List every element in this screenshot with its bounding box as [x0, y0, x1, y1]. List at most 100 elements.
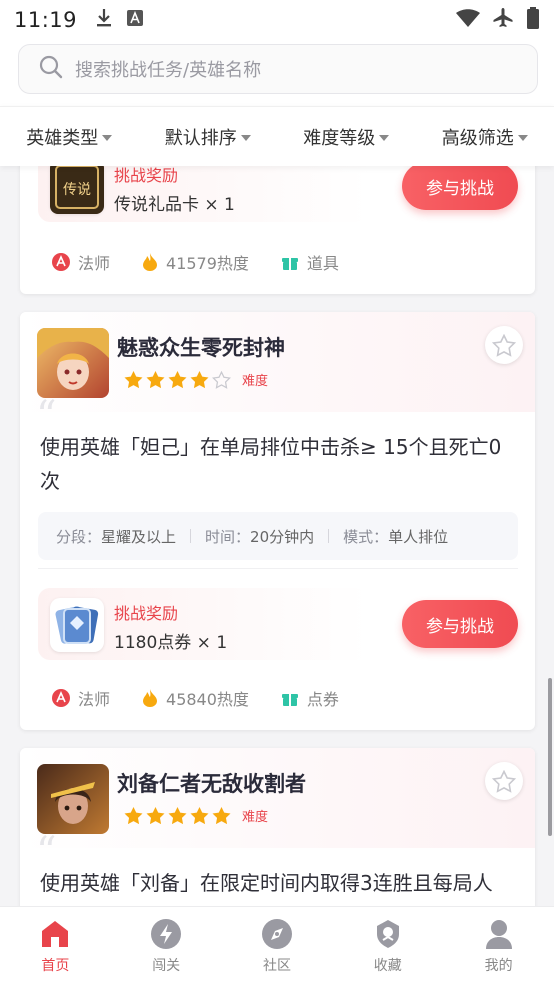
- filter-sort[interactable]: 默认排序: [139, 124, 278, 150]
- join-challenge-button[interactable]: 参与挑战: [402, 600, 518, 648]
- divider: [38, 568, 518, 569]
- caret-down-icon: [102, 134, 113, 141]
- filter-label: 默认排序: [164, 127, 237, 149]
- mage-icon: [52, 253, 70, 271]
- reward-row: 传说 挑战奖励 传说礼品卡 × 1 参与挑战: [38, 166, 518, 222]
- difficulty-stars: 难度: [124, 370, 268, 389]
- meta-rank-key: 分段：: [56, 527, 102, 546]
- star-filled-icon: [146, 370, 165, 388]
- tag-row: 法师 45840热度 点券: [52, 686, 371, 710]
- star-filled-icon: [168, 806, 187, 824]
- caret-down-icon: [240, 134, 251, 141]
- hero-avatar-liubei: [37, 764, 109, 834]
- star-filled-icon: [168, 370, 187, 388]
- favorite-button[interactable]: [485, 326, 523, 364]
- caret-down-icon: [379, 134, 390, 141]
- meta-mode-key: 模式：: [343, 527, 389, 546]
- nav-favorites[interactable]: 收藏: [332, 907, 443, 984]
- search-area: 搜索挑战任务/英雄名称: [0, 40, 554, 106]
- voucher-card-icon: [50, 598, 104, 652]
- card-title: 刘备仁者无敌收割者: [117, 772, 306, 796]
- join-challenge-button[interactable]: 参与挑战: [402, 166, 518, 210]
- wifi-icon: [456, 9, 480, 31]
- gift-icon: [281, 258, 298, 270]
- svg-text:传说: 传说: [63, 182, 91, 198]
- challenge-list[interactable]: 传说 挑战奖励 传说礼品卡 × 1 参与挑战 法师 41579热度 道具 魅惑众…: [0, 166, 554, 906]
- tag-heat: 45840热度: [142, 686, 249, 710]
- tag-heat: 41579热度: [142, 250, 249, 274]
- challenge-description: 使用英雄「刘备」在限定时间内取得3连胜且每局人头数: [40, 866, 510, 906]
- star-filled-icon: [146, 806, 165, 824]
- card-title: 魅惑众生零死封神: [117, 336, 285, 360]
- filter-label: 英雄类型: [26, 127, 99, 149]
- nav-label: 闯关: [152, 958, 181, 974]
- filter-advanced[interactable]: 高级筛选: [416, 124, 554, 150]
- nav-home[interactable]: 首页: [0, 907, 111, 984]
- filter-label: 高级筛选: [441, 127, 514, 149]
- tag-role: 法师: [52, 250, 110, 274]
- bottom-nav: 首页 闯关 社区 收藏 我的: [0, 906, 554, 984]
- star-filled-icon: [124, 806, 143, 824]
- nav-label: 我的: [484, 958, 513, 974]
- difficulty-label: 难度: [242, 374, 269, 389]
- home-icon: [42, 921, 69, 947]
- reward-name: 1180点券 × 1: [114, 633, 228, 653]
- search-input[interactable]: 搜索挑战任务/英雄名称: [18, 44, 538, 94]
- download-icon: [95, 8, 113, 32]
- reward-name: 传说礼品卡 × 1: [114, 195, 235, 215]
- battery-icon: [526, 7, 540, 33]
- nav-profile[interactable]: 我的: [443, 907, 554, 984]
- meta-time-value: 20分钟内: [250, 527, 315, 546]
- scrollbar[interactable]: [548, 678, 552, 836]
- airplane-icon: [492, 7, 514, 33]
- reward-row: 挑战奖励 1180点券 × 1 参与挑战: [38, 588, 518, 660]
- star-outline-icon: [492, 333, 516, 357]
- fire-icon: [143, 253, 158, 271]
- status-time: 11:19: [14, 8, 78, 32]
- star-filled-icon: [190, 370, 209, 388]
- challenge-description: 使用英雄「妲己」在单局排位中击杀≥ 15个且死亡0次: [40, 435, 502, 493]
- user-icon: [485, 920, 512, 949]
- difficulty-stars: 难度: [124, 806, 268, 825]
- nav-label: 社区: [262, 958, 291, 974]
- fire-icon: [143, 689, 158, 707]
- tag-role-label: 法师: [78, 690, 111, 709]
- filter-bar: 英雄类型 默认排序 难度等级 高级筛选: [0, 106, 554, 166]
- tag-heat-label: 41579热度: [166, 254, 249, 273]
- meta-rank-value: 星耀及以上: [101, 527, 177, 546]
- search-icon: [39, 55, 63, 83]
- challenge-card: 魅惑众生零死封神 难度 “ 使用英雄「妲己」在单局排位中击杀≥ 15个且死亡0次…: [20, 312, 535, 730]
- description-text: 使用英雄「刘备」在限定时间内取得3连胜且每局: [40, 871, 473, 895]
- legend-card-icon: 传说: [50, 166, 104, 214]
- filter-difficulty[interactable]: 难度等级: [277, 124, 416, 150]
- nav-challenge[interactable]: 闯关: [111, 907, 222, 984]
- favorite-button[interactable]: [485, 762, 523, 800]
- star-filled-icon: [190, 806, 209, 824]
- hero-avatar-daji: [37, 328, 109, 398]
- badge-icon: [376, 920, 399, 948]
- reward-label: 挑战奖励: [114, 166, 179, 185]
- gift-icon: [281, 694, 298, 706]
- tag-row: 法师 41579热度 道具: [52, 250, 371, 274]
- tag-type: 点券: [281, 686, 339, 710]
- challenge-meta: 分段： 星耀及以上 时间： 20分钟内 模式： 单人排位: [38, 512, 518, 560]
- reward-label: 挑战奖励: [114, 604, 179, 623]
- filter-hero-type[interactable]: 英雄类型: [0, 124, 139, 150]
- star-filled-icon: [124, 370, 143, 388]
- challenge-card: 传说 挑战奖励 传说礼品卡 × 1 参与挑战 法师 41579热度 道具: [20, 166, 535, 294]
- compass-icon: [261, 919, 292, 949]
- tag-role-label: 法师: [78, 254, 111, 273]
- nav-label: 收藏: [373, 958, 402, 974]
- star-empty-icon: [212, 370, 231, 389]
- tag-role: 法师: [52, 686, 110, 710]
- meta-mode-value: 单人排位: [388, 527, 449, 546]
- card-header: 刘备仁者无敌收割者 难度: [20, 748, 535, 848]
- tag-heat-label: 45840热度: [166, 690, 249, 709]
- nav-label: 首页: [41, 958, 70, 974]
- tag-type: 道具: [281, 250, 339, 274]
- search-placeholder: 搜索挑战任务/英雄名称: [75, 60, 262, 81]
- meta-time-key: 时间：: [205, 527, 251, 546]
- mage-icon: [52, 689, 70, 707]
- filter-label: 难度等级: [303, 127, 376, 149]
- nav-community[interactable]: 社区: [222, 907, 333, 984]
